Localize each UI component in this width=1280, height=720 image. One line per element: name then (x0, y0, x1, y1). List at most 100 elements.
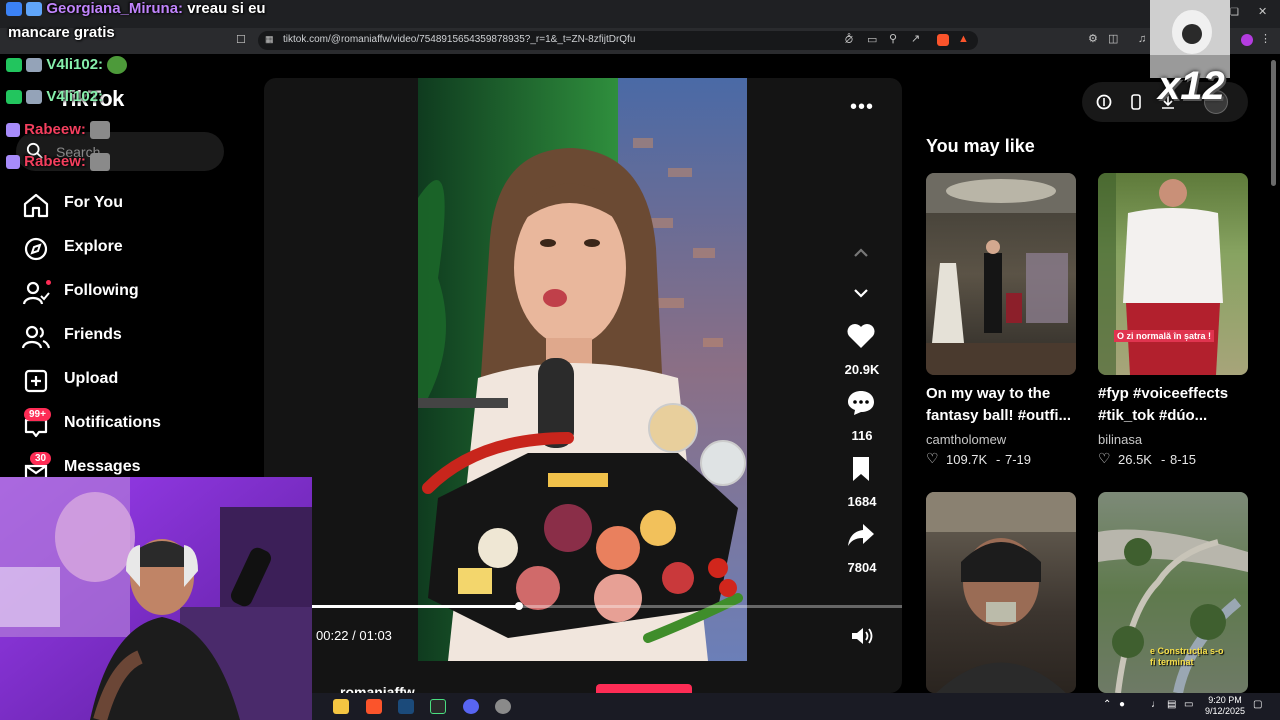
sidebar-item-label: Upload (64, 370, 119, 387)
chat-message: Georgiana_Miruna: vreau si eu (6, 0, 266, 17)
bookmark-icon[interactable]: ☐ (236, 35, 246, 46)
chat-username: Rabeew: (24, 121, 86, 138)
card-date: 8-15 (1170, 452, 1197, 467)
tray-chevron-icon[interactable]: ⌃ (1103, 699, 1111, 710)
thumbnail-caption: O zi normală în șatra ! (1114, 330, 1215, 342)
progress-handle[interactable] (514, 602, 523, 610)
chat-text: vreau si eu (187, 0, 266, 17)
extensions-icon[interactable]: ⚙ (1088, 34, 1098, 45)
card-likes: 26.5K (1118, 452, 1152, 467)
clock-time: 9:20 PM (1208, 695, 1242, 705)
sidebar-item-label: Explore (64, 238, 123, 255)
new-dot (46, 280, 51, 285)
steam-icon[interactable] (398, 699, 414, 714)
video-thumbnail-image (926, 492, 1076, 693)
save-count: 1684 (847, 494, 877, 509)
heart-outline-icon: ♡ (926, 450, 939, 466)
messages-badge: 30 (30, 452, 52, 465)
discord-icon[interactable] (463, 699, 479, 714)
chat-message: mancare gratis (8, 24, 115, 41)
system-clock[interactable]: 9:20 PM 9/12/2025 (1200, 695, 1250, 717)
sidebar-item-friends[interactable]: Friends (22, 318, 242, 354)
card-title[interactable]: On my way to the fantasy ball! #outfi... (926, 383, 1086, 427)
rewards-icon[interactable]: ▲ (958, 34, 969, 45)
progress-bar[interactable] (312, 602, 902, 610)
sidebar-item-label: Following (64, 282, 139, 299)
sidebar-item-upload[interactable]: Upload (22, 362, 242, 398)
sidebar-item-for-you[interactable]: For You (22, 186, 242, 222)
brave-browser-icon[interactable] (366, 699, 382, 714)
thumbnail-caption: e Construcția s-o fi terminat (1150, 646, 1224, 667)
cast-icon[interactable]: ▭ (867, 35, 877, 46)
phone-icon[interactable] (1128, 94, 1144, 110)
card-author[interactable]: bilinasa (1098, 432, 1142, 447)
sidebar-item-label: For You (64, 194, 123, 211)
webcam-image (0, 477, 312, 720)
chat-username: Rabeew: (24, 153, 86, 170)
recommendation-thumbnail[interactable]: e Construcția s-o fi terminat (1098, 492, 1248, 693)
page-scrollbar[interactable] (1271, 60, 1276, 186)
emote-icon (90, 153, 111, 172)
share-count: 7804 (847, 560, 877, 575)
file-explorer-icon[interactable] (333, 699, 349, 714)
share-arrow-icon[interactable] (846, 521, 876, 549)
mute-tab-icon[interactable]: ⦲ (845, 35, 853, 46)
compass-icon (24, 237, 48, 261)
network-icon[interactable]: ▤ (1167, 699, 1176, 710)
app-icon[interactable] (495, 699, 511, 714)
menu-icon[interactable]: ⋮ (1260, 34, 1271, 45)
speaker-icon[interactable]: ♩ (1151, 699, 1161, 710)
upload-icon (24, 369, 48, 393)
bookmark-save-icon[interactable] (846, 455, 876, 483)
sidebar-item-label: Messages (64, 458, 141, 475)
chat-username: V4li102: (46, 88, 104, 105)
coin-icon[interactable] (1096, 94, 1112, 110)
zoom-icon[interactable]: ⚲ (889, 34, 897, 45)
next-video-icon[interactable] (852, 287, 870, 299)
sidebar-item-explore[interactable]: Explore (22, 230, 242, 266)
restore-window-icon[interactable]: ❏ (1230, 8, 1239, 18)
recommendations-title: You may like (926, 136, 1035, 156)
progress-fill (312, 605, 519, 608)
site-info-icon[interactable]: ▦ (265, 35, 274, 44)
microphone-icon[interactable]: ● (1119, 699, 1125, 710)
card-title[interactable]: #fyp #voiceeffects #tik_tok #dúo... (1098, 383, 1258, 427)
terminal-icon[interactable] (430, 699, 446, 714)
brave-shield-icon[interactable] (937, 34, 949, 46)
frog-emote-icon (107, 56, 128, 75)
video-frame[interactable] (418, 78, 747, 661)
multiplier-overlay: x12 (1158, 64, 1225, 108)
comment-count: 116 (851, 428, 873, 443)
share-icon[interactable]: ↗ (911, 34, 920, 45)
time-readout: 00:22 / 01:03 (316, 628, 392, 643)
like-icon[interactable] (846, 322, 876, 350)
music-icon[interactable]: ♫ (1138, 34, 1146, 45)
card-author[interactable]: camtholomew (926, 432, 1006, 447)
recommendation-thumbnail[interactable] (926, 492, 1076, 693)
chat-message: V4li102: (6, 88, 103, 105)
sidebar-toggle-icon[interactable]: ◫ (1108, 34, 1118, 45)
more-options-icon[interactable]: ••• (850, 96, 874, 119)
volume-icon[interactable] (850, 626, 874, 646)
badge-icon (6, 90, 22, 105)
comment-icon[interactable] (846, 388, 876, 416)
badge-icon (6, 2, 22, 17)
video-thumbnail-image (926, 173, 1076, 375)
sidebar-item-following[interactable]: Following (22, 274, 242, 310)
battery-icon[interactable]: ▭ (1184, 699, 1193, 710)
badge-icon (26, 2, 43, 17)
previous-video-icon[interactable] (852, 247, 870, 259)
streamer-webcam (0, 477, 312, 720)
url-text[interactable]: tiktok.com/@romaniaffw/video/75489156543… (283, 34, 635, 45)
sidebar-item-notifications[interactable]: Notifications 99+ (22, 406, 242, 442)
heart-outline-icon: ♡ (1098, 450, 1111, 466)
chat-username: Georgiana_Miruna: (46, 0, 184, 17)
chat-text: mancare gratis (8, 24, 115, 41)
recommendation-thumbnail[interactable] (926, 173, 1076, 375)
recommendation-thumbnail[interactable]: O zi normală în șatra ! (1098, 173, 1248, 375)
chat-message: Rabeew: (6, 121, 111, 140)
emote-icon (90, 121, 111, 140)
notification-center-icon[interactable]: ▢ (1253, 699, 1262, 710)
close-window-icon[interactable]: ✕ (1258, 7, 1267, 18)
profile-icon[interactable] (1241, 34, 1253, 46)
